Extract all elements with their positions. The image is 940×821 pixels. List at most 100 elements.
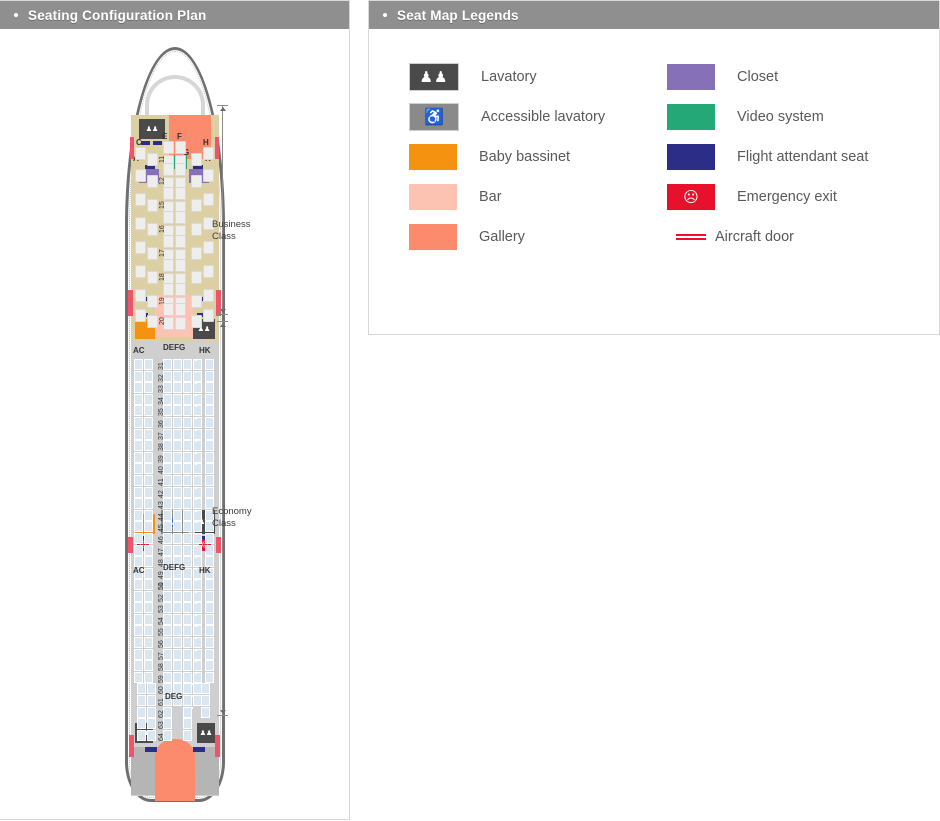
economy-seat[interactable] [173,370,182,382]
spacer[interactable] [195,637,197,639]
business-seat[interactable] [147,247,158,260]
economy-seat[interactable] [134,660,143,672]
economy-seat[interactable] [205,463,214,475]
economy-seat[interactable] [147,718,156,730]
business-seat[interactable] [163,283,174,296]
business-seat[interactable] [203,193,214,206]
economy-seat[interactable] [205,440,214,452]
spacer[interactable] [195,533,197,535]
economy-seat[interactable] [173,382,182,394]
spacer[interactable] [195,625,197,628]
spacer[interactable] [195,567,197,570]
economy-seat[interactable] [144,613,153,625]
economy-seat[interactable] [147,729,156,741]
economy-seat[interactable] [183,660,192,672]
economy-seat[interactable] [183,590,192,602]
business-seat[interactable] [147,315,158,328]
spacer[interactable] [195,440,197,443]
business-seat[interactable] [147,271,158,284]
economy-seat[interactable] [183,405,192,417]
economy-seat[interactable] [183,393,192,405]
economy-seat[interactable] [205,544,214,556]
economy-seat[interactable] [205,637,214,648]
economy-seat[interactable] [183,498,192,510]
business-seat[interactable] [203,169,214,182]
economy-seat[interactable] [144,648,153,660]
spacer[interactable] [195,579,197,581]
economy-seat[interactable] [183,521,192,533]
economy-seat[interactable] [183,463,192,475]
spacer[interactable] [191,683,193,686]
economy-seat[interactable] [144,625,153,637]
economy-seat[interactable] [134,613,143,625]
spacer[interactable] [195,509,197,512]
economy-seat[interactable] [137,683,146,695]
economy-seat[interactable] [134,602,143,614]
business-seat[interactable] [175,303,186,316]
economy-seat[interactable] [134,463,143,475]
economy-seat[interactable] [134,451,143,463]
spacer[interactable] [195,370,197,373]
business-seat[interactable] [135,309,146,322]
business-seat[interactable] [203,289,214,302]
economy-seat[interactable] [205,660,214,672]
economy-seat[interactable] [205,451,214,463]
economy-seat[interactable] [183,613,192,625]
economy-seat[interactable] [173,428,182,440]
business-seat[interactable] [203,147,214,160]
economy-seat[interactable] [134,533,143,544]
economy-seat[interactable] [205,382,214,394]
economy-seat[interactable] [183,637,192,648]
business-seat[interactable] [163,163,174,176]
economy-seat[interactable] [144,370,153,382]
economy-seat[interactable] [173,486,182,498]
economy-seat[interactable] [183,671,192,683]
economy-seat[interactable] [201,706,210,718]
economy-seat[interactable] [134,428,143,440]
economy-seat[interactable] [144,590,153,602]
business-seat[interactable] [175,259,186,272]
business-seat[interactable] [163,259,174,272]
spacer[interactable] [195,648,197,651]
business-seat[interactable] [175,211,186,224]
economy-seat[interactable] [134,359,143,370]
economy-seat[interactable] [173,602,182,614]
economy-seat[interactable] [134,370,143,382]
business-seat[interactable] [135,147,146,160]
economy-seat[interactable] [205,671,214,683]
economy-seat[interactable] [144,509,153,521]
business-seat[interactable] [147,295,158,308]
economy-seat[interactable] [205,405,214,417]
spacer[interactable] [195,556,197,559]
economy-seat[interactable] [183,544,192,556]
economy-seat[interactable] [205,359,214,370]
economy-seat[interactable] [147,683,156,695]
economy-seat[interactable] [183,417,192,428]
business-seat[interactable] [191,271,202,284]
economy-seat[interactable] [134,475,143,486]
spacer[interactable] [195,417,197,419]
business-seat[interactable] [163,303,174,316]
business-seat[interactable] [135,169,146,182]
economy-seat[interactable] [134,382,143,394]
economy-seat[interactable] [183,533,192,544]
economy-seat[interactable] [201,683,210,695]
economy-seat[interactable] [173,613,182,625]
economy-seat[interactable] [173,405,182,417]
economy-seat[interactable] [183,475,192,486]
economy-seat[interactable] [134,417,143,428]
economy-seat[interactable] [144,417,153,428]
economy-seat[interactable] [183,486,192,498]
spacer[interactable] [195,382,197,385]
business-seat[interactable] [191,175,202,188]
business-seat[interactable] [135,217,146,230]
spacer[interactable] [195,393,197,396]
economy-seat[interactable] [147,706,156,718]
economy-seat[interactable] [173,359,182,370]
economy-seat[interactable] [183,359,192,370]
economy-seat[interactable] [183,625,192,637]
economy-seat[interactable] [144,359,153,370]
economy-seat[interactable] [183,729,192,741]
spacer[interactable] [195,405,197,408]
economy-seat[interactable] [144,579,153,590]
